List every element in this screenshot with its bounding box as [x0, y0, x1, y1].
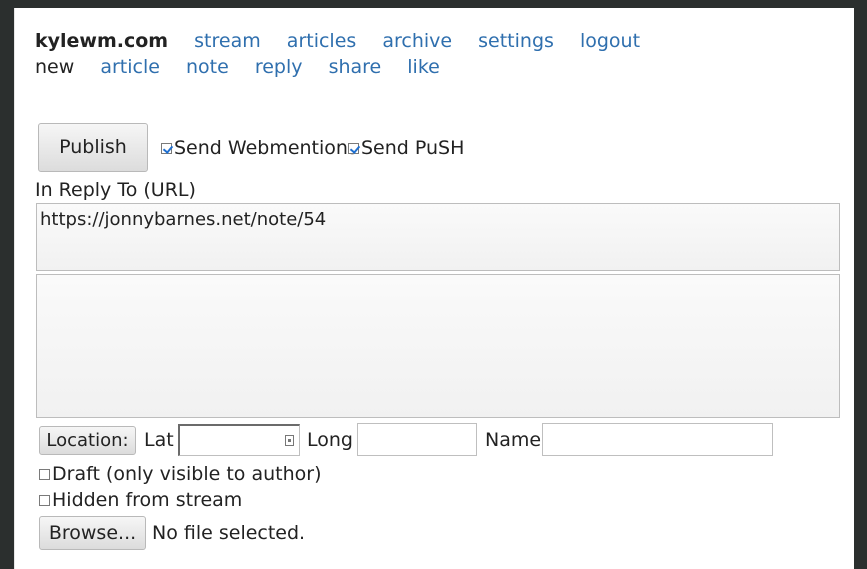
new-label: new — [35, 56, 75, 78]
send-push-checkbox[interactable] — [348, 142, 359, 154]
send-webmentions-option[interactable]: Send Webmentions — [161, 137, 358, 159]
new-post-nav: new article note reply share like — [35, 56, 460, 78]
new-reply-link[interactable]: reply — [255, 56, 303, 78]
draft-option[interactable]: Draft (only visible to author) — [39, 463, 321, 485]
name-label: Name — [485, 429, 542, 451]
top-nav: kylewm.com stream articles archive setti… — [35, 30, 660, 52]
new-share-link[interactable]: share — [329, 56, 382, 78]
nav-link-logout[interactable]: logout — [580, 30, 640, 52]
draft-checkbox[interactable] — [39, 468, 50, 480]
in-reply-to-label: In Reply To (URL) — [35, 179, 196, 201]
long-input[interactable] — [357, 423, 477, 456]
hidden-label: Hidden from stream — [52, 489, 243, 511]
lat-label: Lat — [144, 429, 174, 451]
content-textarea[interactable] — [36, 274, 840, 418]
publish-button[interactable]: Publish — [38, 123, 148, 172]
location-button[interactable]: Location: — [39, 426, 136, 455]
site-name[interactable]: kylewm.com — [35, 30, 168, 52]
lat-input[interactable] — [178, 424, 300, 456]
draft-label: Draft (only visible to author) — [52, 463, 322, 485]
nav-link-articles[interactable]: articles — [287, 30, 357, 52]
new-note-link[interactable]: note — [186, 56, 229, 78]
hidden-option[interactable]: Hidden from stream — [39, 489, 242, 511]
new-article-link[interactable]: article — [100, 56, 160, 78]
in-reply-to-input[interactable]: https://jonnybarnes.net/note/54 — [36, 203, 840, 271]
location-name-input[interactable] — [542, 423, 773, 456]
hidden-checkbox[interactable] — [39, 494, 50, 506]
page-panel: kylewm.com stream articles archive setti… — [14, 8, 854, 569]
browse-button[interactable]: Browse... — [39, 516, 146, 550]
nav-link-stream[interactable]: stream — [194, 30, 261, 52]
file-status: No file selected. — [152, 522, 306, 544]
send-push-option[interactable]: Send PuSH — [348, 137, 464, 159]
new-like-link[interactable]: like — [407, 56, 440, 78]
send-push-label: Send PuSH — [361, 137, 465, 159]
long-label: Long — [307, 429, 353, 451]
nav-link-archive[interactable]: archive — [382, 30, 452, 52]
send-webmentions-checkbox[interactable] — [161, 142, 172, 154]
autofill-icon — [285, 435, 294, 446]
send-webmentions-label: Send Webmentions — [174, 137, 358, 159]
nav-link-settings[interactable]: settings — [478, 30, 554, 52]
